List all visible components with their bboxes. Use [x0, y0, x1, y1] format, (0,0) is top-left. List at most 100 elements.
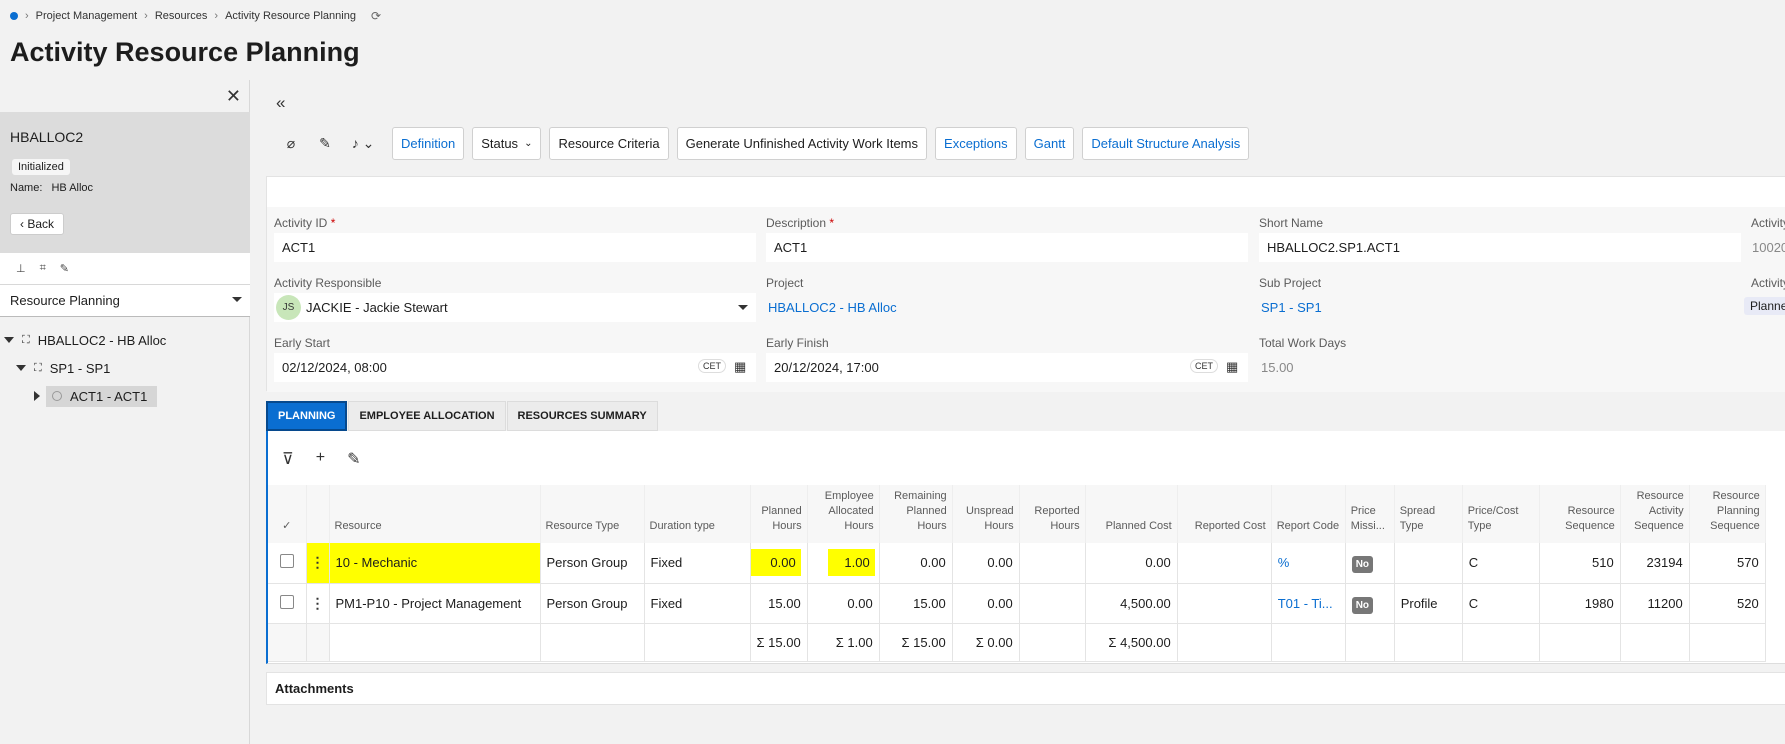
col-price-missing[interactable]: Price Missi...	[1345, 485, 1395, 543]
cell-planned-cost[interactable]: 4,500.00	[1085, 583, 1178, 624]
row-checkbox-cell[interactable]	[268, 583, 307, 624]
cell-reported-hours[interactable]	[1019, 543, 1086, 584]
edit-icon[interactable]: ✎	[60, 262, 69, 275]
early-finish-field[interactable]: 20/12/2024, 17:00 CET ▦	[766, 353, 1248, 382]
col-unspread-hours[interactable]: Unspread Hours	[952, 485, 1020, 543]
description-field[interactable]: ACT1	[766, 233, 1248, 262]
cell-price-missing[interactable]: No	[1345, 543, 1395, 584]
cell-resource[interactable]: 10 - Mechanic	[329, 543, 541, 584]
generate-work-items-button[interactable]: Generate Unfinished Activity Work Items	[676, 127, 928, 160]
cell-resource-sequence[interactable]: 510	[1539, 543, 1621, 584]
col-report-code[interactable]: Report Code	[1271, 485, 1346, 543]
activity-id-field[interactable]: ACT1	[274, 233, 756, 262]
sub-project-link[interactable]: SP1 - SP1	[1253, 293, 1735, 322]
project-link[interactable]: HBALLOC2 - HB Alloc	[760, 293, 1242, 322]
bell-icon[interactable]: ♪ ⌄	[342, 135, 384, 152]
cell-resource[interactable]: PM1-P10 - Project Management	[329, 583, 541, 624]
cell-unspread-hours[interactable]: 0.00	[952, 583, 1020, 624]
paperclip-icon[interactable]: ⌀	[274, 135, 308, 152]
select-all-header[interactable]: ✓	[268, 485, 307, 543]
row-menu-cell[interactable]: ⋮	[306, 583, 330, 624]
definition-button[interactable]: Definition	[392, 127, 465, 160]
tab-employee-allocation[interactable]: EMPLOYEE ALLOCATION	[348, 401, 506, 431]
pin-icon[interactable]: ⊥	[16, 262, 26, 275]
col-employee-allocated-hours[interactable]: Employee Allocated Hours	[807, 485, 880, 543]
collapse-icon[interactable]	[4, 337, 14, 343]
cell-resource-activity-sequence[interactable]: 11200	[1620, 583, 1690, 624]
cell-employee-allocated-hours[interactable]: 1.00	[807, 543, 880, 584]
col-resource-type[interactable]: Resource Type	[540, 485, 645, 543]
col-planned-hours[interactable]: Planned Hours	[750, 485, 808, 543]
col-resource-sequence[interactable]: Resource Sequence	[1539, 485, 1621, 543]
edit-icon[interactable]: ✎	[347, 449, 360, 469]
breadcrumb-item-resources[interactable]: Resources	[155, 10, 208, 22]
close-icon[interactable]: ✕	[226, 86, 241, 107]
expand-icon[interactable]	[34, 391, 40, 401]
col-planned-cost[interactable]: Planned Cost	[1085, 485, 1178, 543]
cell-price-cost-type[interactable]: C	[1462, 583, 1540, 624]
resource-criteria-button[interactable]: Resource Criteria	[549, 127, 669, 160]
cell-planned-cost[interactable]: 0.00	[1085, 543, 1178, 584]
breadcrumb-item-project-management[interactable]: Project Management	[36, 10, 138, 22]
edit-icon[interactable]: ✎	[308, 135, 342, 152]
col-price-cost-type[interactable]: Price/Cost Type	[1462, 485, 1540, 543]
tree-item-root[interactable]: ⛶ HBALLOC2 - HB Alloc	[0, 326, 250, 354]
cell-resource-sequence[interactable]: 1980	[1539, 583, 1621, 624]
row-checkbox[interactable]	[279, 554, 294, 569]
cell-resource-type[interactable]: Person Group	[540, 583, 645, 624]
tab-resources-summary[interactable]: RESOURCES SUMMARY	[506, 401, 658, 431]
more-vertical-icon[interactable]: ⋮	[311, 595, 325, 611]
cell-report-code[interactable]: %	[1271, 543, 1346, 584]
col-resource-planning-sequence[interactable]: Resource Planning Sequence	[1689, 485, 1766, 543]
add-icon[interactable]: +	[316, 449, 325, 469]
table-row[interactable]: ⋮ 10 - Mechanic Person Group Fixed 0.00 …	[268, 543, 1766, 584]
cell-spread-type[interactable]	[1394, 543, 1463, 584]
refresh-icon[interactable]: ⟳	[371, 9, 381, 23]
cell-unspread-hours[interactable]: 0.00	[952, 543, 1020, 584]
cell-spread-type[interactable]: Profile	[1394, 583, 1463, 624]
more-vertical-icon[interactable]: ⋮	[311, 554, 325, 570]
cell-remaining-planned-hours[interactable]: 0.00	[879, 543, 953, 584]
col-resource-activity-sequence[interactable]: Resource Activity Sequence	[1620, 485, 1690, 543]
cell-resource-planning-sequence[interactable]: 520	[1689, 583, 1766, 624]
cell-planned-hours[interactable]: 15.00	[750, 583, 808, 624]
cell-remaining-planned-hours[interactable]: 15.00	[879, 583, 953, 624]
cell-resource-activity-sequence[interactable]: 23194	[1620, 543, 1690, 584]
row-checkbox-cell[interactable]	[268, 543, 307, 584]
col-remaining-planned-hours[interactable]: Remaining Planned Hours	[879, 485, 953, 543]
cell-price-cost-type[interactable]: C	[1462, 543, 1540, 584]
cell-duration-type[interactable]: Fixed	[644, 583, 751, 624]
back-button[interactable]: ‹ Back	[10, 213, 65, 235]
collapse-icon[interactable]	[16, 365, 26, 371]
col-duration-type[interactable]: Duration type	[644, 485, 751, 543]
tab-planning[interactable]: PLANNING	[266, 401, 348, 431]
early-start-field[interactable]: 02/12/2024, 08:00 CET ▦	[274, 353, 756, 382]
table-row[interactable]: ⋮ PM1-P10 - Project Management Person Gr…	[268, 583, 1766, 624]
cell-employee-allocated-hours[interactable]: 0.00	[807, 583, 880, 624]
home-icon[interactable]	[10, 12, 18, 20]
cell-duration-type[interactable]: Fixed	[644, 543, 751, 584]
cell-reported-hours[interactable]	[1019, 583, 1086, 624]
cell-price-missing[interactable]: No	[1345, 583, 1395, 624]
row-checkbox[interactable]	[279, 594, 294, 609]
cell-resource-type[interactable]: Person Group	[540, 543, 645, 584]
collapse-panel-icon[interactable]: «	[276, 93, 285, 113]
calendar-icon[interactable]: ▦	[1226, 359, 1238, 375]
cell-reported-cost[interactable]	[1177, 583, 1272, 624]
exceptions-button[interactable]: Exceptions	[935, 127, 1017, 160]
expand-icon[interactable]: ⌗	[40, 262, 46, 275]
row-menu-cell[interactable]: ⋮	[306, 543, 330, 584]
caret-down-icon[interactable]	[738, 305, 748, 310]
status-button[interactable]: Status ⌄	[472, 127, 542, 160]
calendar-icon[interactable]: ▦	[734, 359, 746, 375]
filter-icon[interactable]: ⊽	[282, 449, 294, 469]
gantt-button[interactable]: Gantt	[1024, 127, 1075, 160]
tree-item-activity[interactable]: ACT1 - ACT1	[0, 382, 250, 410]
attachments-section[interactable]: Attachments	[266, 672, 1785, 705]
col-reported-hours[interactable]: Reported Hours	[1019, 485, 1086, 543]
navigator-select[interactable]: Resource Planning	[0, 285, 250, 317]
tree-selected-item[interactable]: ACT1 - ACT1	[46, 385, 158, 407]
cell-planned-hours[interactable]: 0.00	[750, 543, 808, 584]
short-name-field[interactable]: HBALLOC2.SP1.ACT1	[1259, 233, 1741, 262]
default-structure-analysis-button[interactable]: Default Structure Analysis	[1082, 127, 1250, 160]
